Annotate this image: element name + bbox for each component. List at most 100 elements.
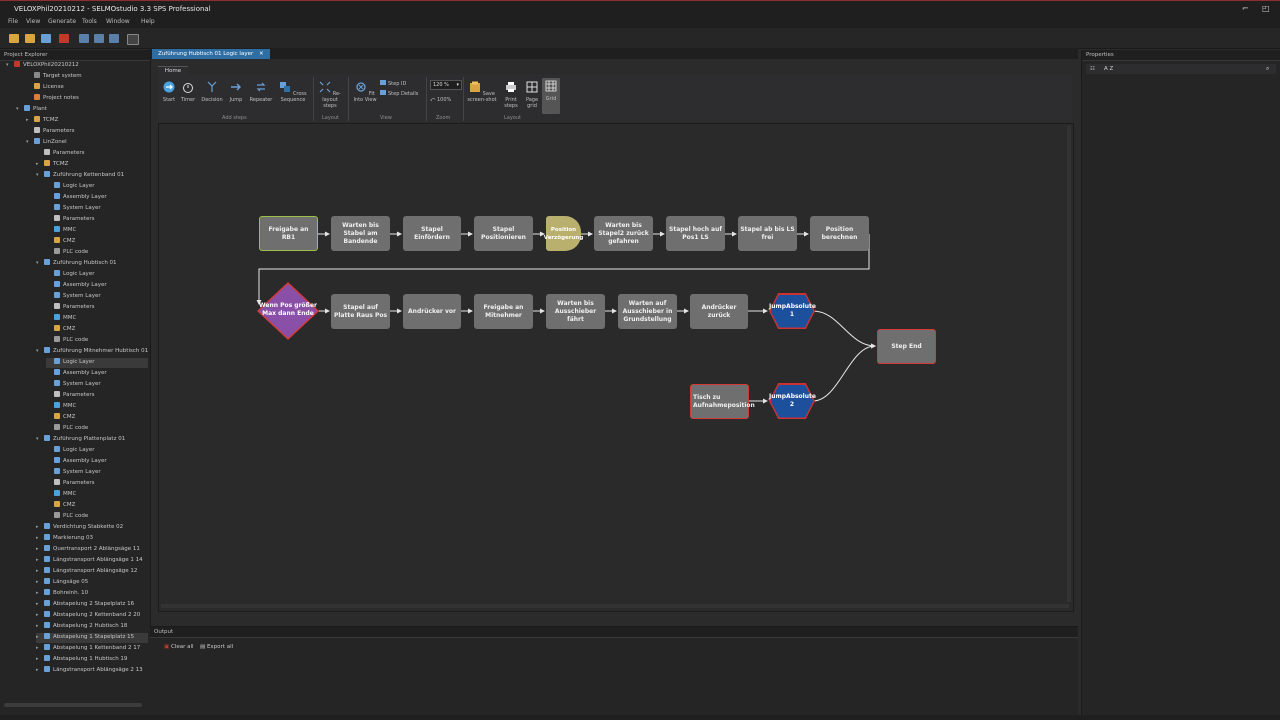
tree-item[interactable]: ▸ Abstapelung 1 Kettenband 2 17	[36, 644, 148, 654]
step-node[interactable]: Freigabe an Mitnehmer	[474, 294, 533, 329]
tree-item[interactable]: MMC	[46, 314, 148, 324]
tree-item[interactable]: ▸ Abstapelung 2 Stapelplatz 16	[36, 600, 148, 610]
step-node[interactable]: Position berechnen	[810, 216, 869, 251]
tree-item[interactable]: ▾ VELOXPhil20210212	[6, 61, 148, 71]
tree-item[interactable]: ▾ Zuführung Plattenplatz 01	[36, 435, 148, 445]
tree-item[interactable]: MMC	[46, 402, 148, 412]
tree-item[interactable]: ▸ Abstapelung 2 Kettenband 2 20	[36, 611, 148, 621]
console-icon[interactable]	[127, 34, 139, 45]
chevron-right-icon[interactable]: ▸	[36, 645, 42, 651]
step-node[interactable]: Stapel hoch auf Pos1 LS	[666, 216, 725, 251]
repeater-button[interactable]: Repeater	[248, 81, 274, 103]
categorized-icon[interactable]: ☷	[1090, 66, 1095, 72]
tree-item[interactable]: Logic Layer	[46, 270, 148, 280]
tree-item[interactable]: ▾ LinZonel	[26, 138, 148, 148]
tree-item[interactable]: License	[26, 83, 148, 93]
tree-item[interactable]: System Layer	[46, 292, 148, 302]
clear-all-button[interactable]: ▣ Clear all	[164, 644, 194, 650]
tree-item[interactable]: PLC code	[46, 424, 148, 434]
chevron-right-icon[interactable]: ▸	[36, 579, 42, 585]
chevron-right-icon[interactable]: ▸	[36, 568, 42, 574]
cross-sequence-button[interactable]: Cross Sequence	[278, 81, 308, 103]
zoom-select[interactable]: 120 % ▾	[430, 80, 462, 90]
chevron-right-icon[interactable]: ▸	[36, 601, 42, 607]
grid-toggle-button[interactable]: Grid	[542, 78, 560, 114]
restore-icon[interactable]: ◰	[1262, 4, 1270, 13]
tree-item[interactable]: ▾ Zuführung Hubtisch 01	[36, 259, 148, 269]
tree-item[interactable]: MMC	[46, 490, 148, 500]
fit-into-view-button[interactable]: Fit Into View	[352, 81, 378, 103]
menu-file[interactable]: File	[8, 18, 18, 25]
tree-item[interactable]: Assembly Layer	[46, 369, 148, 379]
tree-item[interactable]: ▸ TCMZ	[26, 116, 148, 126]
tree-item[interactable]: ▸ Quertransport 2 Ablängsäge 11	[36, 545, 148, 555]
tree-item[interactable]: CMZ	[46, 325, 148, 335]
tree-item[interactable]: Parameters	[26, 127, 148, 137]
step-id-toggle[interactable]: Step ID	[380, 80, 406, 87]
tree-item[interactable]: CMZ	[46, 501, 148, 511]
tree-item[interactable]: ▾ Plant	[16, 105, 148, 115]
step-node[interactable]: Tisch zu Aufnahmeposition	[690, 384, 755, 419]
tree-item[interactable]: Target system	[26, 72, 148, 82]
chevron-right-icon[interactable]: ▸	[36, 161, 42, 167]
menu-tools[interactable]: Tools	[82, 18, 97, 25]
tree-item[interactable]: Parameters	[46, 215, 148, 225]
open-icon[interactable]	[9, 34, 19, 43]
menu-window[interactable]: Window	[106, 18, 130, 25]
tree-item[interactable]: PLC code	[46, 336, 148, 346]
chevron-right-icon[interactable]: ▸	[36, 667, 42, 673]
step-end-node[interactable]: Step End	[877, 329, 936, 364]
tree-item[interactable]: ▸ Abstapelung 2 Hubtisch 18	[36, 622, 148, 632]
start-button[interactable]: Start	[162, 81, 176, 103]
tree-item[interactable]: ▸ Längstransport Ablängsäge 12	[36, 567, 148, 577]
step-node[interactable]: Warten bis Stapel2 zurück gefahren	[594, 216, 653, 251]
tree-item[interactable]: ▸ Abstapelung 1 Hubtisch 19	[36, 655, 148, 665]
layout1-icon[interactable]	[79, 34, 89, 43]
decision-node[interactable]: Wenn Pos größer Max dann Ende	[257, 282, 319, 340]
tree-item[interactable]: System Layer	[46, 380, 148, 390]
chevron-down-icon[interactable]: ▾	[36, 260, 42, 266]
logic-canvas[interactable]: Freigabe an RB1 Warten bis Stabel am Ban…	[158, 123, 1074, 612]
tree-item[interactable]: ▸ Bohreinh. 10	[36, 589, 148, 599]
canvas-hscrollbar[interactable]	[161, 604, 1069, 608]
print-steps-button[interactable]: Print steps	[500, 81, 522, 109]
chevron-right-icon[interactable]: ▸	[36, 546, 42, 552]
export-all-button[interactable]: ▤ Export all	[200, 644, 233, 650]
chevron-right-icon[interactable]: ▸	[36, 590, 42, 596]
step-node[interactable]: Stapel ab bis LS frei	[738, 216, 797, 251]
chevron-right-icon[interactable]: ▸	[26, 117, 32, 123]
step-node[interactable]: Andrücker zurück	[690, 294, 748, 329]
tree-item[interactable]: Logic Layer	[46, 182, 148, 192]
page-grid-button[interactable]: Page grid	[522, 81, 542, 109]
tree-item[interactable]: Parameters	[46, 303, 148, 313]
tree-item[interactable]: Parameters	[46, 479, 148, 489]
explorer-scrollbar[interactable]	[4, 703, 142, 707]
folder-open-icon[interactable]	[25, 34, 35, 43]
chevron-right-icon[interactable]: ▸	[36, 535, 42, 541]
chevron-down-icon[interactable]: ▾	[26, 139, 32, 145]
layout2-icon[interactable]	[94, 34, 104, 43]
step-node[interactable]: Stapel Einfördern	[403, 216, 461, 251]
tree-item[interactable]: ▾ Zuführung Kettenband 01	[36, 171, 148, 181]
step-details-toggle[interactable]: Step Details	[380, 90, 418, 97]
close-icon[interactable]: ✕	[259, 51, 264, 57]
tree-item[interactable]: CMZ	[46, 413, 148, 423]
timer-button[interactable]: Timer	[180, 81, 196, 103]
chevron-down-icon[interactable]: ▾	[16, 106, 22, 112]
step-node[interactable]: Freigabe an RB1	[259, 216, 318, 251]
jump-node[interactable]: JumpAbsolute 2	[769, 383, 816, 419]
layout3-icon[interactable]	[109, 34, 119, 43]
close-project-icon[interactable]	[59, 34, 69, 43]
step-node[interactable]: Andrücker vor	[403, 294, 461, 329]
tree-item[interactable]: Assembly Layer	[46, 281, 148, 291]
tree-item[interactable]: Parameters	[46, 391, 148, 401]
menu-help[interactable]: Help	[141, 18, 155, 25]
tree-item[interactable]: CMZ	[46, 237, 148, 247]
sort-alpha-button[interactable]: A Z	[1104, 66, 1113, 72]
chevron-right-icon[interactable]: ▸	[36, 634, 42, 640]
jump-button[interactable]: Jump	[228, 81, 244, 103]
menu-generate[interactable]: Generate	[48, 18, 76, 25]
chevron-down-icon[interactable]: ▾	[36, 436, 42, 442]
tree-item[interactable]: Project notes	[26, 94, 148, 104]
tree-item[interactable]: ▸ Längstransport Ablängsäge 1 14	[36, 556, 148, 566]
